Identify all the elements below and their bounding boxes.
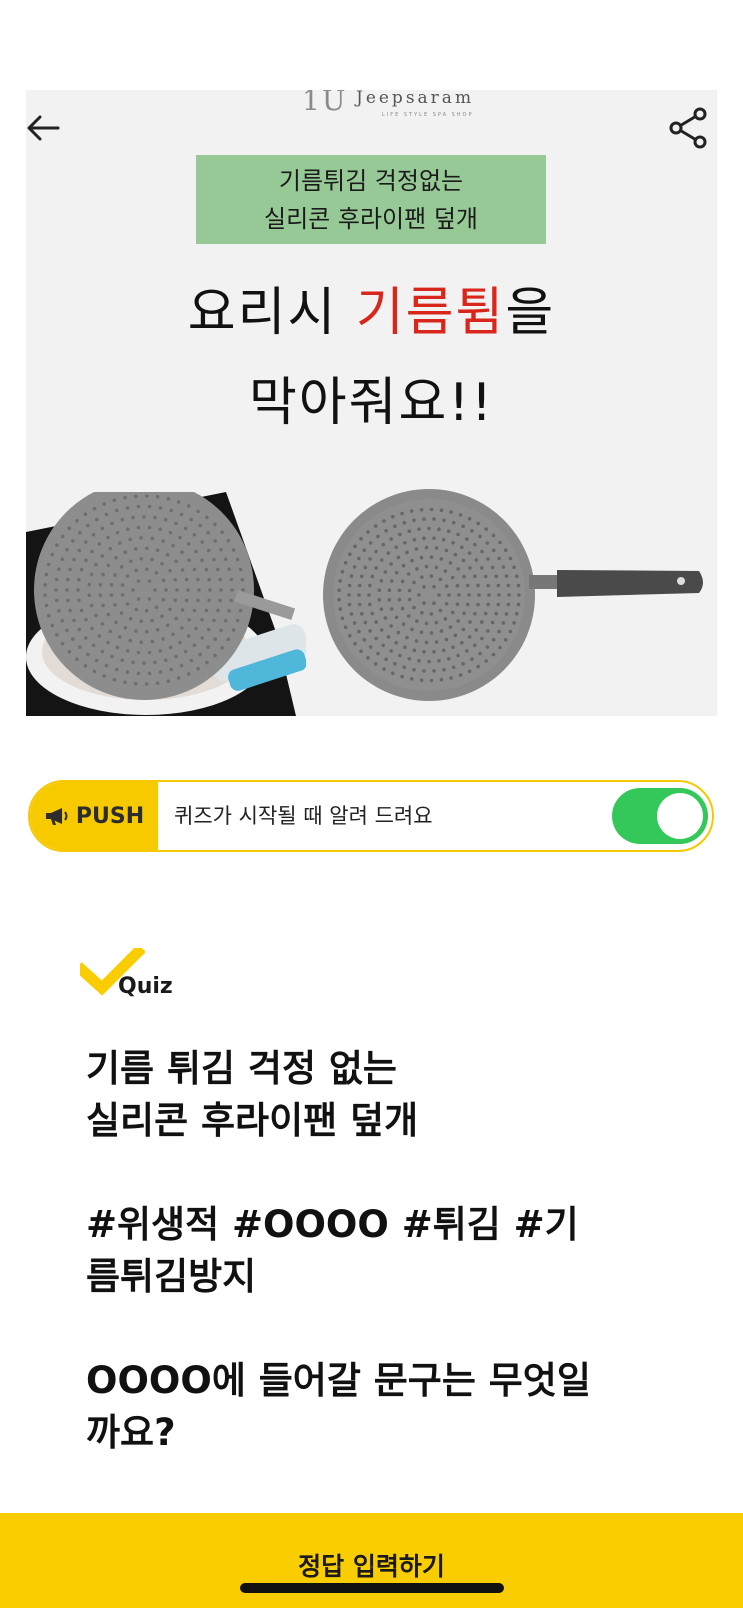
banner-line-2: 실리콘 후라이팬 덮개 [264,204,478,233]
banner-line-1: 기름튀김 걱정없는 [278,166,464,195]
push-badge: PUSH [30,782,158,850]
product-image: 1U Jeepsaram LIFE STYLE SPA SHOP 기름튀김 걱정… [26,90,717,716]
product-headline-1: 요리시 기름튐을 [187,283,556,343]
product-banner: 기름튀김 걱정없는 실리콘 후라이팬 덮개 [196,155,546,244]
push-notification-bar: PUSH 퀴즈가 시작될 때 알려 드려요 [28,780,714,852]
back-arrow-icon[interactable] [22,106,66,150]
push-toggle[interactable] [612,788,708,844]
product-headline-2: 막아줘요!! [248,373,495,433]
submit-answer-label: 정답 입력하기 [298,1552,445,1581]
home-indicator [240,1583,504,1593]
pan-on-stove-photo [26,492,306,716]
splatter-screen-photo [323,489,703,701]
push-description: 퀴즈가 시작될 때 알려 드려요 [174,804,433,828]
toggle-knob [657,793,703,839]
megaphone-icon [45,808,68,825]
share-icon[interactable] [664,104,712,152]
brand-logo: 1U Jeepsaram LIFE STYLE SPA SHOP [302,90,475,118]
quiz-question: 기름 튀김 걱정 없는 실리콘 후라이팬 덮개 #위생적 #OOOO #튀김 #… [86,1047,591,1454]
quiz-label: Quiz [118,974,173,999]
submit-answer-button[interactable]: 정답 입력하기 [0,1513,743,1608]
